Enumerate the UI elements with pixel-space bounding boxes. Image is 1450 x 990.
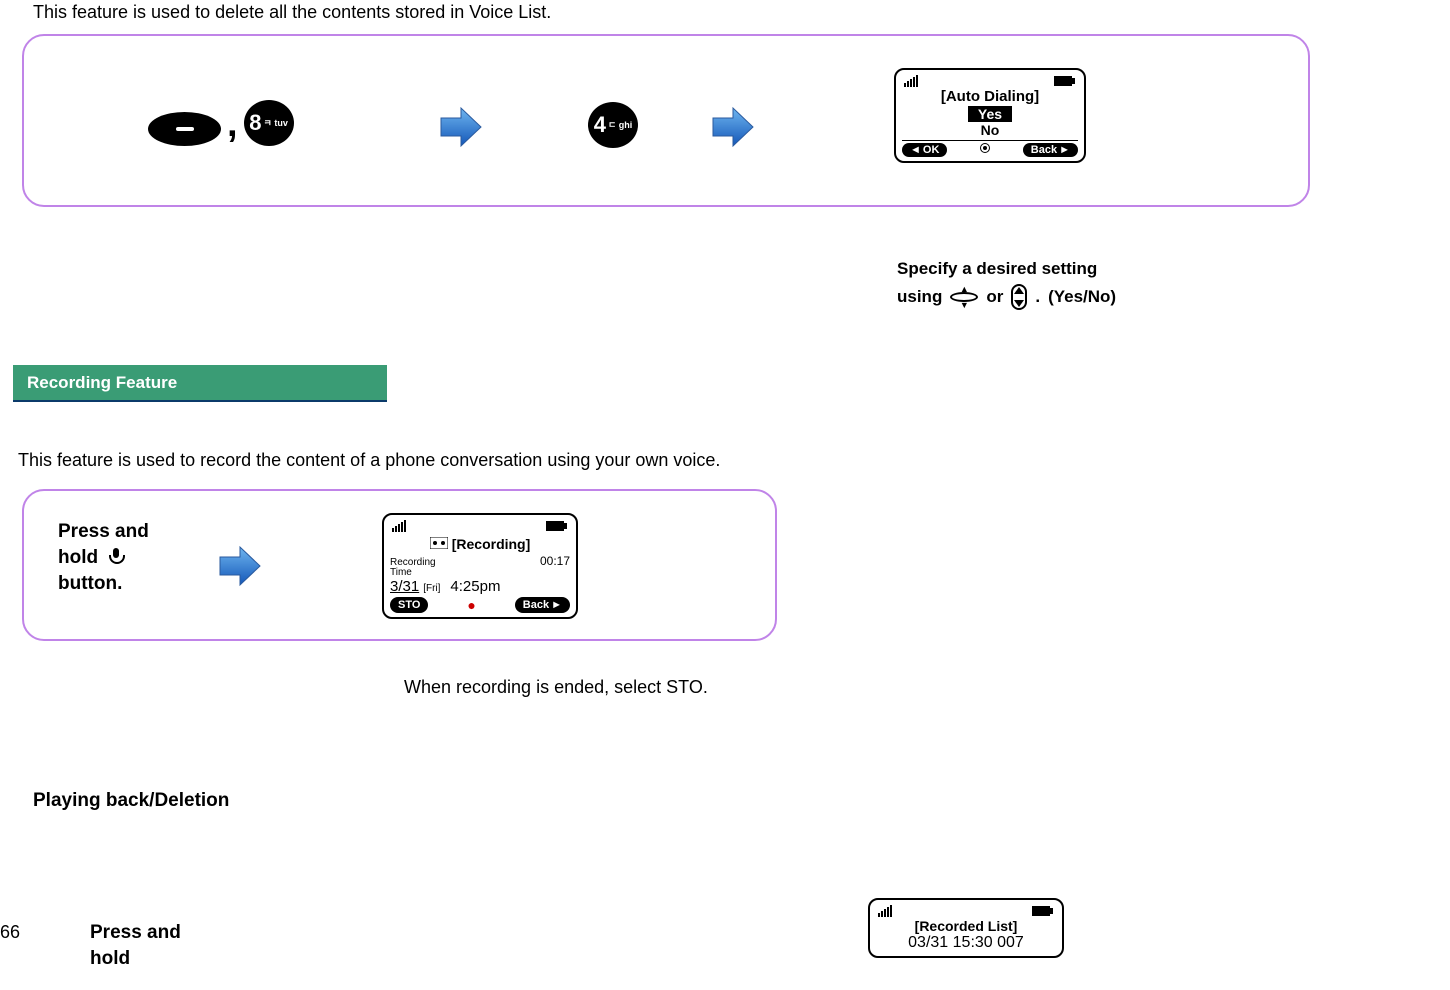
key-8: 8 ㅋ tuv	[244, 100, 294, 146]
specify-dot: .	[1035, 283, 1040, 311]
recording-time-label: Recording Time	[390, 558, 436, 578]
recording-day: [Fri]	[423, 583, 440, 594]
key-4-label: 4	[594, 112, 606, 138]
record-dot-icon: ●	[467, 597, 475, 613]
press-line3: button.	[58, 571, 149, 597]
recording-date: 3/31	[390, 578, 419, 595]
tape-icon	[430, 533, 448, 554]
press-line1: Press and	[58, 519, 149, 545]
phone-screen-recorded-list: [Recorded List] 03/31 15:30 007	[868, 898, 1064, 958]
arrow-icon	[711, 106, 755, 148]
softkey-back: Back►	[515, 597, 570, 613]
page-number: 66	[0, 922, 20, 943]
option-no: No	[902, 122, 1078, 138]
press-hold-instruction-2: Press and hold	[90, 920, 181, 972]
specify-using: using	[897, 283, 942, 311]
separator-comma: ,	[227, 103, 238, 146]
softkey-back: Back►	[1023, 143, 1078, 157]
menu-key-icon	[148, 112, 221, 146]
phone-screen-auto-dialing: [Auto Dialing] Yes No ◄OK Back►	[894, 68, 1086, 163]
nav-pill-icon	[1011, 284, 1027, 310]
phone-screen-recording: [Recording] Recording Time 00:17 3/31 [F…	[382, 513, 578, 619]
press2-line2: hold	[90, 946, 181, 972]
press-hold-instruction: Press and hold button.	[58, 519, 149, 597]
press-line2a: hold	[58, 547, 98, 568]
signal-icon	[904, 71, 920, 92]
arrow-icon	[439, 106, 483, 148]
battery-icon	[1032, 901, 1054, 922]
section-heading-recording: Recording Feature	[13, 365, 387, 402]
signal-icon	[392, 516, 408, 537]
battery-icon	[1054, 71, 1076, 92]
mic-icon	[109, 548, 123, 568]
option-yes: Yes	[968, 106, 1012, 122]
step-sequence-box-1: , 8 ㅋ tuv 4 ㄷ ghi [Auto Dialing] Yes No …	[22, 34, 1310, 207]
specify-or: or	[986, 283, 1003, 311]
nav-oval-icon: ▲ ▼	[950, 286, 978, 308]
key-4: 4 ㄷ ghi	[588, 102, 638, 148]
intro-text: This feature is used to delete all the c…	[33, 2, 551, 23]
softkey-ok: ◄OK	[902, 143, 947, 157]
recording-description: This feature is used to record the conte…	[18, 450, 720, 471]
nav-dot-icon	[980, 143, 990, 153]
recording-clock: 4:25pm	[450, 578, 500, 595]
key-4-sublabel: ㄷ ghi	[608, 121, 632, 129]
step-sequence-box-2: Press and hold button. [Recording] Recor…	[22, 489, 777, 641]
key-8-sublabel: ㅋ tuv	[264, 119, 288, 127]
subheading-playback-deletion: Playing back/Deletion	[33, 790, 229, 812]
specify-setting-instruction: Specify a desired setting using ▲ ▼ or .…	[897, 255, 1116, 311]
screen-title: [Auto Dialing]	[902, 88, 1078, 105]
key-8-label: 8	[249, 110, 261, 136]
press2-line1: Press and	[90, 920, 181, 946]
screen-title: [Recording]	[452, 536, 531, 552]
arrow-icon	[218, 545, 262, 587]
recording-end-note: When recording is ended, select STO.	[404, 677, 708, 698]
recorded-entry: 03/31 15:30 007	[876, 934, 1056, 952]
screen-title: [Recorded List]	[876, 918, 1056, 934]
battery-icon	[546, 516, 568, 537]
specify-yesno: (Yes/No)	[1048, 283, 1116, 311]
specify-line1: Specify a desired setting	[897, 255, 1116, 283]
softkey-sto: STO	[390, 597, 428, 613]
recording-time-value: 00:17	[540, 554, 570, 568]
signal-icon	[878, 901, 894, 922]
